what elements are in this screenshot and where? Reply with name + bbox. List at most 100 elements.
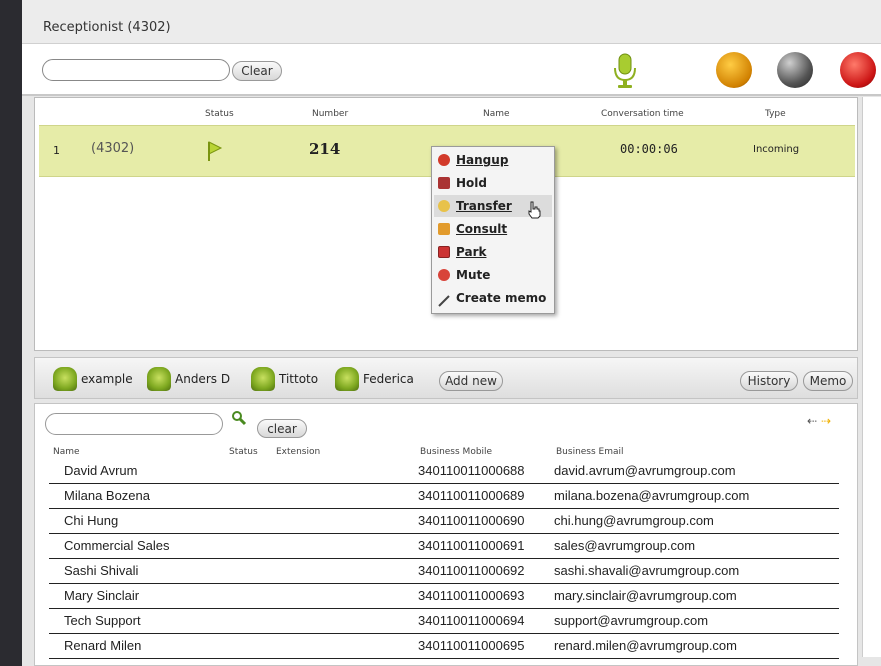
col-extension: Extension xyxy=(276,447,321,457)
hand-cursor-icon xyxy=(528,201,541,219)
speed-dial-label: Tittoto xyxy=(279,372,319,386)
contact-row[interactable]: Mary Sinclair 340110011000693 mary.sincl… xyxy=(49,584,839,609)
call-context-menu: Hangup Hold Transfer Consult Park Mute C… xyxy=(431,146,555,314)
history-button[interactable]: History xyxy=(740,371,798,391)
contact-row[interactable]: Sashi Shivali 340110011000692 sashi.shav… xyxy=(49,559,839,584)
menu-item-park[interactable]: Park xyxy=(434,241,552,263)
call-index: 1 xyxy=(53,144,60,157)
menu-item-label: Hold xyxy=(456,176,487,190)
status-flag-icon xyxy=(208,141,223,161)
contact-row[interactable]: Milana Bozena 340110011000689 milana.boz… xyxy=(49,484,839,509)
contact-name: Sashi Shivali xyxy=(64,563,139,578)
menu-item-create-memo[interactable]: Create memo xyxy=(434,287,552,309)
hangup-icon xyxy=(438,154,450,166)
consult-icon xyxy=(438,223,450,235)
speed-dial-anders-d[interactable]: Anders D xyxy=(147,366,241,392)
menu-item-hangup[interactable]: Hangup xyxy=(434,149,552,171)
contact-email: milana.bozena@avrumgroup.com xyxy=(554,488,750,503)
contact-row[interactable]: David Avrum 340110011000688 david.avrum@… xyxy=(49,459,839,484)
search-icon[interactable] xyxy=(231,410,247,426)
contact-name: Commercial Sales xyxy=(64,538,170,553)
contact-name: Mary Sinclair xyxy=(64,588,140,603)
contact-email: sales@avrumgroup.com xyxy=(554,538,696,553)
menu-item-label: Park xyxy=(456,245,487,259)
memo-button[interactable]: Memo xyxy=(803,371,853,391)
speed-dial-bar: example Anders D Tittoto Federica Add ne… xyxy=(34,357,858,399)
contact-name: Chi Hung xyxy=(64,513,119,528)
contact-mobile: 340110011000695 xyxy=(418,638,525,653)
contact-mobile: 340110011000688 xyxy=(418,463,525,478)
col-status: Status xyxy=(205,109,234,119)
contact-mobile: 340110011000691 xyxy=(418,538,525,553)
speed-dial-label: Anders D xyxy=(175,372,231,386)
dial-input[interactable] xyxy=(42,59,230,81)
menu-item-transfer[interactable]: Transfer xyxy=(434,195,552,219)
contact-clear-button[interactable]: clear xyxy=(257,419,307,438)
menu-item-label: Transfer xyxy=(456,199,512,213)
hold-icon xyxy=(438,177,450,189)
menu-item-label: Consult xyxy=(456,222,508,236)
contact-search-input[interactable] xyxy=(45,413,223,435)
menu-item-label: Mute xyxy=(456,268,491,282)
menu-item-label: Hangup xyxy=(456,153,509,167)
page-nav: ⇠ ⇢ xyxy=(807,414,831,428)
title-bar: Receptionist (4302) xyxy=(22,0,881,44)
contact-mobile: 340110011000690 xyxy=(418,513,525,528)
col-name: Name xyxy=(483,109,510,119)
contact-email: david.avrum@avrumgroup.com xyxy=(554,463,736,478)
contact-row[interactable]: Chi Hung 340110011000690 chi.hung@avrumg… xyxy=(49,509,839,534)
menu-item-label: Create memo xyxy=(456,291,547,305)
receptionist-window: Receptionist (4302) Clear Status Number … xyxy=(22,0,881,666)
microphone-icon[interactable] xyxy=(610,52,640,90)
contact-mobile: 340110011000689 xyxy=(418,488,525,503)
clear-button[interactable]: Clear xyxy=(232,61,282,81)
col-business-email: Business Email xyxy=(556,447,624,457)
hold-icon[interactable] xyxy=(777,52,813,88)
park-icon xyxy=(438,246,450,258)
menu-item-hold[interactable]: Hold xyxy=(434,172,552,194)
col-conversation-time: Conversation time xyxy=(601,109,684,119)
col-business-mobile: Business Mobile xyxy=(420,447,493,457)
prev-page-icon[interactable]: ⇠ xyxy=(807,414,817,428)
contact-mobile: 340110011000693 xyxy=(418,588,525,603)
contact-email: chi.hung@avrumgroup.com xyxy=(554,513,714,528)
toolbar: Clear xyxy=(22,44,881,96)
speed-dial-federica[interactable]: Federica xyxy=(335,366,431,392)
calls-header: Status Number Name Conversation time Typ… xyxy=(35,98,857,124)
speed-dial-tittoto[interactable]: Tittoto xyxy=(251,366,323,392)
col-status: Status xyxy=(229,447,258,457)
call-number: 214 xyxy=(309,140,341,158)
col-number: Number xyxy=(312,109,349,119)
next-page-icon[interactable]: ⇢ xyxy=(821,414,831,428)
contact-phone-icon xyxy=(53,367,77,391)
contact-email: renard.milen@avrumgroup.com xyxy=(554,638,737,653)
contact-phone-icon xyxy=(251,367,275,391)
col-name: Name xyxy=(53,447,80,457)
contact-row[interactable]: Commercial Sales 340110011000691 sales@a… xyxy=(49,534,839,559)
call-type: Incoming xyxy=(753,144,800,155)
consult-icon[interactable] xyxy=(716,52,752,88)
contact-phone-icon xyxy=(147,367,171,391)
speed-dial-example[interactable]: example xyxy=(53,366,133,392)
contact-row[interactable]: Tech Support 340110011000694 support@avr… xyxy=(49,609,839,634)
contact-row[interactable]: Renard Milen 340110011000695 renard.mile… xyxy=(49,634,839,659)
contacts-panel: clear ⇠ ⇢ Name Status Extension Business … xyxy=(34,403,858,666)
contact-name: Milana Bozena xyxy=(64,488,150,503)
hangup-icon[interactable] xyxy=(840,52,876,88)
window-title: Receptionist (4302) xyxy=(43,20,171,35)
contact-name: David Avrum xyxy=(64,463,138,478)
menu-item-mute[interactable]: Mute xyxy=(434,264,552,286)
menu-item-consult[interactable]: Consult xyxy=(434,218,552,240)
contact-name: Renard Milen xyxy=(64,638,142,653)
contact-email: sashi.shavali@avrumgroup.com xyxy=(554,563,740,578)
mute-icon xyxy=(438,269,450,281)
side-panel-edge xyxy=(862,97,881,657)
call-conversation-time: 00:00:06 xyxy=(620,142,678,156)
contact-email: mary.sinclair@avrumgroup.com xyxy=(554,588,737,603)
contact-phone-icon xyxy=(335,367,359,391)
contact-mobile: 340110011000694 xyxy=(418,613,525,628)
add-new-button[interactable]: Add new xyxy=(439,371,503,391)
call-extension: (4302) xyxy=(91,141,135,156)
speed-dial-label: example xyxy=(81,372,133,386)
contacts-header: Name Status Extension Business Mobile Bu… xyxy=(35,444,857,458)
